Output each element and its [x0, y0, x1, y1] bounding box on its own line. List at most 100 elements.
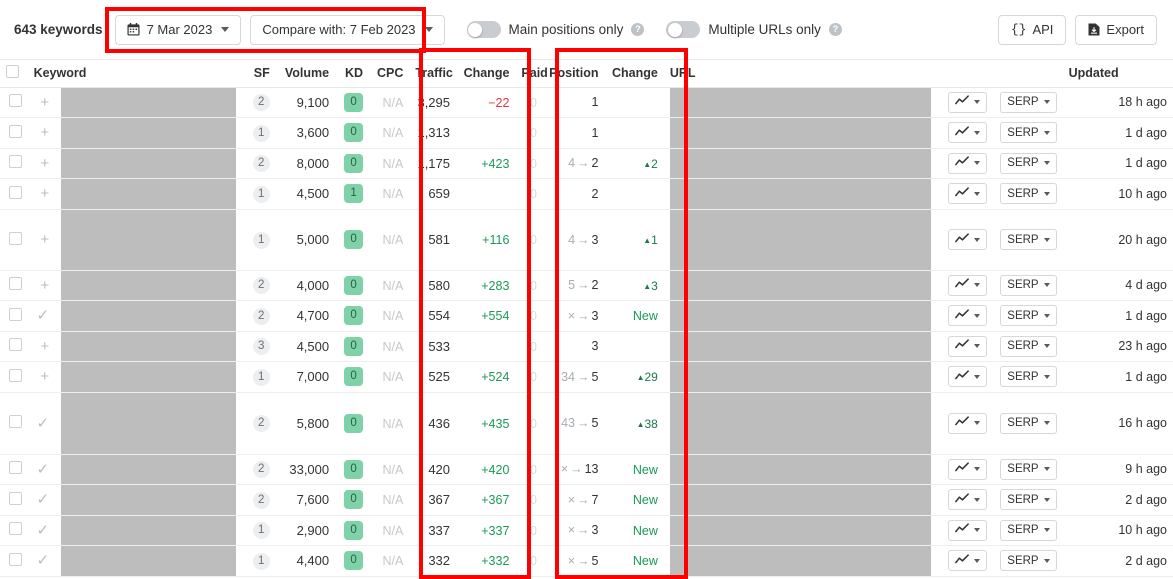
chart-dropdown-button[interactable] — [947, 274, 987, 296]
chart-dropdown-button[interactable] — [947, 550, 987, 572]
chart-dropdown-button[interactable] — [947, 91, 987, 113]
table-row[interactable]: +1 7,000 0 N/A 525 +524 0 34 → 5 ▲29 SERP 1 d ago — [0, 361, 1173, 393]
chart-dropdown-button[interactable] — [947, 335, 987, 357]
compare-date-picker-button[interactable]: Compare with: 7 Feb 2023 — [250, 14, 445, 45]
url-cell[interactable] — [663, 117, 938, 149]
serp-dropdown-button[interactable]: SERP — [1000, 412, 1057, 434]
keyword-cell[interactable] — [55, 87, 242, 118]
chart-dropdown-button[interactable] — [947, 229, 987, 250]
url-cell[interactable] — [663, 515, 938, 546]
keyword-cell[interactable] — [55, 454, 242, 485]
header-url[interactable]: URL — [663, 60, 938, 88]
row-checkbox[interactable] — [8, 155, 22, 169]
serp-dropdown-button[interactable]: SERP — [1000, 274, 1057, 296]
keyword-cell[interactable] — [55, 148, 242, 179]
header-keyword[interactable]: Keyword — [27, 60, 242, 88]
keyword-cell[interactable] — [55, 361, 242, 393]
add-icon[interactable]: + — [40, 95, 49, 110]
serp-dropdown-button[interactable]: SERP — [1000, 366, 1057, 388]
url-cell[interactable] — [663, 300, 938, 332]
header-kd[interactable]: KD — [335, 60, 370, 88]
chart-dropdown-button[interactable] — [947, 183, 987, 205]
api-button[interactable]: {} API — [997, 14, 1067, 45]
table-row[interactable]: +2 4,000 0 N/A 580 +283 0 5 → 2 ▲3 SERP 4 d ago — [0, 270, 1173, 301]
row-checkbox[interactable] — [8, 491, 22, 505]
url-cell[interactable] — [663, 545, 938, 577]
check-icon[interactable]: ✓ — [37, 553, 50, 568]
keyword-cell[interactable] — [55, 545, 242, 577]
serp-dropdown-button[interactable]: SERP — [1000, 122, 1057, 144]
serp-dropdown-button[interactable]: SERP — [1000, 305, 1057, 327]
row-checkbox[interactable] — [8, 552, 22, 566]
keyword-cell[interactable] — [55, 117, 242, 149]
date-picker-button[interactable]: 7 Mar 2023 — [114, 14, 242, 45]
row-checkbox[interactable] — [8, 277, 22, 291]
url-cell[interactable] — [663, 454, 938, 485]
row-checkbox[interactable] — [8, 231, 22, 245]
url-cell[interactable] — [663, 361, 938, 393]
url-cell[interactable] — [663, 87, 938, 118]
header-updated[interactable]: Updated — [1062, 60, 1173, 88]
chart-dropdown-button[interactable] — [947, 152, 987, 174]
serp-dropdown-button[interactable]: SERP — [1000, 152, 1057, 174]
check-icon[interactable]: ✓ — [37, 462, 50, 477]
keyword-cell[interactable] — [55, 484, 242, 516]
row-checkbox[interactable] — [8, 415, 22, 428]
row-checkbox[interactable] — [8, 94, 22, 108]
serp-dropdown-button[interactable]: SERP — [1000, 489, 1057, 511]
table-row[interactable]: +1 5,000 0 N/A 581 +116 0 4 → 3 ▲1 SERP 20 h ago — [0, 209, 1173, 271]
table-row[interactable]: +1 3,600 0 N/A 1,313 0 1 SERP 1 d ago — [0, 117, 1173, 149]
keyword-cell[interactable] — [55, 392, 242, 455]
row-checkbox[interactable] — [8, 124, 22, 138]
table-row[interactable]: +1 4,500 1 N/A 659 0 2 SERP 10 h ago — [0, 178, 1173, 210]
table-row[interactable]: +2 8,000 0 N/A 1,175 +423 0 4 → 2 ▲2 SERP 1 d ago — [0, 148, 1173, 179]
table-row[interactable]: ✓ 2 33,000 0 N/A 420 +420 0 × → 13 New SERP 9 h ago — [0, 454, 1173, 485]
chart-dropdown-button[interactable] — [947, 366, 987, 388]
table-row[interactable]: +3 4,500 0 N/A 533 0 3 SERP 23 h ago — [0, 331, 1173, 362]
header-cpc[interactable]: CPC — [369, 60, 410, 88]
url-cell[interactable] — [663, 270, 938, 301]
table-row[interactable]: ✓ 2 4,700 0 N/A 554 +554 0 × → 3 New SERP 1 d ago — [0, 300, 1173, 332]
chart-dropdown-button[interactable] — [947, 412, 987, 434]
keyword-cell[interactable] — [55, 270, 242, 301]
keyword-cell[interactable] — [55, 209, 242, 271]
check-icon[interactable]: ✓ — [37, 416, 50, 431]
help-icon[interactable]: ? — [828, 23, 842, 36]
add-icon[interactable]: + — [40, 278, 49, 293]
keyword-cell[interactable] — [55, 515, 242, 546]
row-checkbox[interactable] — [8, 461, 22, 475]
add-icon[interactable]: + — [40, 186, 49, 201]
chart-dropdown-button[interactable] — [947, 458, 987, 480]
select-all-checkbox[interactable] — [6, 65, 19, 79]
url-cell[interactable] — [663, 484, 938, 516]
check-icon[interactable]: ✓ — [37, 308, 50, 323]
header-sf[interactable]: SF — [241, 60, 276, 88]
chart-dropdown-button[interactable] — [947, 519, 987, 541]
url-cell[interactable] — [663, 148, 938, 179]
url-cell[interactable] — [663, 331, 938, 362]
url-cell[interactable] — [663, 178, 938, 210]
url-cell[interactable] — [663, 209, 938, 271]
serp-dropdown-button[interactable]: SERP — [1000, 183, 1057, 205]
row-checkbox[interactable] — [8, 522, 22, 536]
header-position[interactable]: Position — [542, 60, 605, 88]
header-paid[interactable]: Paid — [515, 60, 548, 88]
chart-dropdown-button[interactable] — [947, 305, 987, 327]
header-traffic[interactable]: Traffic — [409, 60, 457, 88]
help-icon[interactable]: ? — [631, 23, 645, 36]
table-row[interactable]: ✓ 1 4,400 0 N/A 332 +332 0 × → 5 New SERP 2 d ago — [0, 545, 1173, 577]
main-positions-only-toggle[interactable] — [466, 21, 501, 38]
table-row[interactable]: +2 9,100 0 N/A 3,295 −22 0 1 SERP 18 h ago — [0, 87, 1173, 118]
keyword-cell[interactable] — [55, 178, 242, 210]
chart-dropdown-button[interactable] — [947, 122, 987, 144]
serp-dropdown-button[interactable]: SERP — [1000, 229, 1057, 250]
serp-dropdown-button[interactable]: SERP — [1000, 519, 1057, 541]
keyword-cell[interactable] — [55, 300, 242, 332]
add-icon[interactable]: + — [40, 339, 49, 354]
add-icon[interactable]: + — [40, 232, 49, 247]
row-checkbox[interactable] — [8, 368, 22, 382]
serp-dropdown-button[interactable]: SERP — [1000, 550, 1057, 572]
serp-dropdown-button[interactable]: SERP — [1000, 335, 1057, 357]
serp-dropdown-button[interactable]: SERP — [1000, 458, 1057, 480]
check-icon[interactable]: ✓ — [37, 492, 50, 507]
